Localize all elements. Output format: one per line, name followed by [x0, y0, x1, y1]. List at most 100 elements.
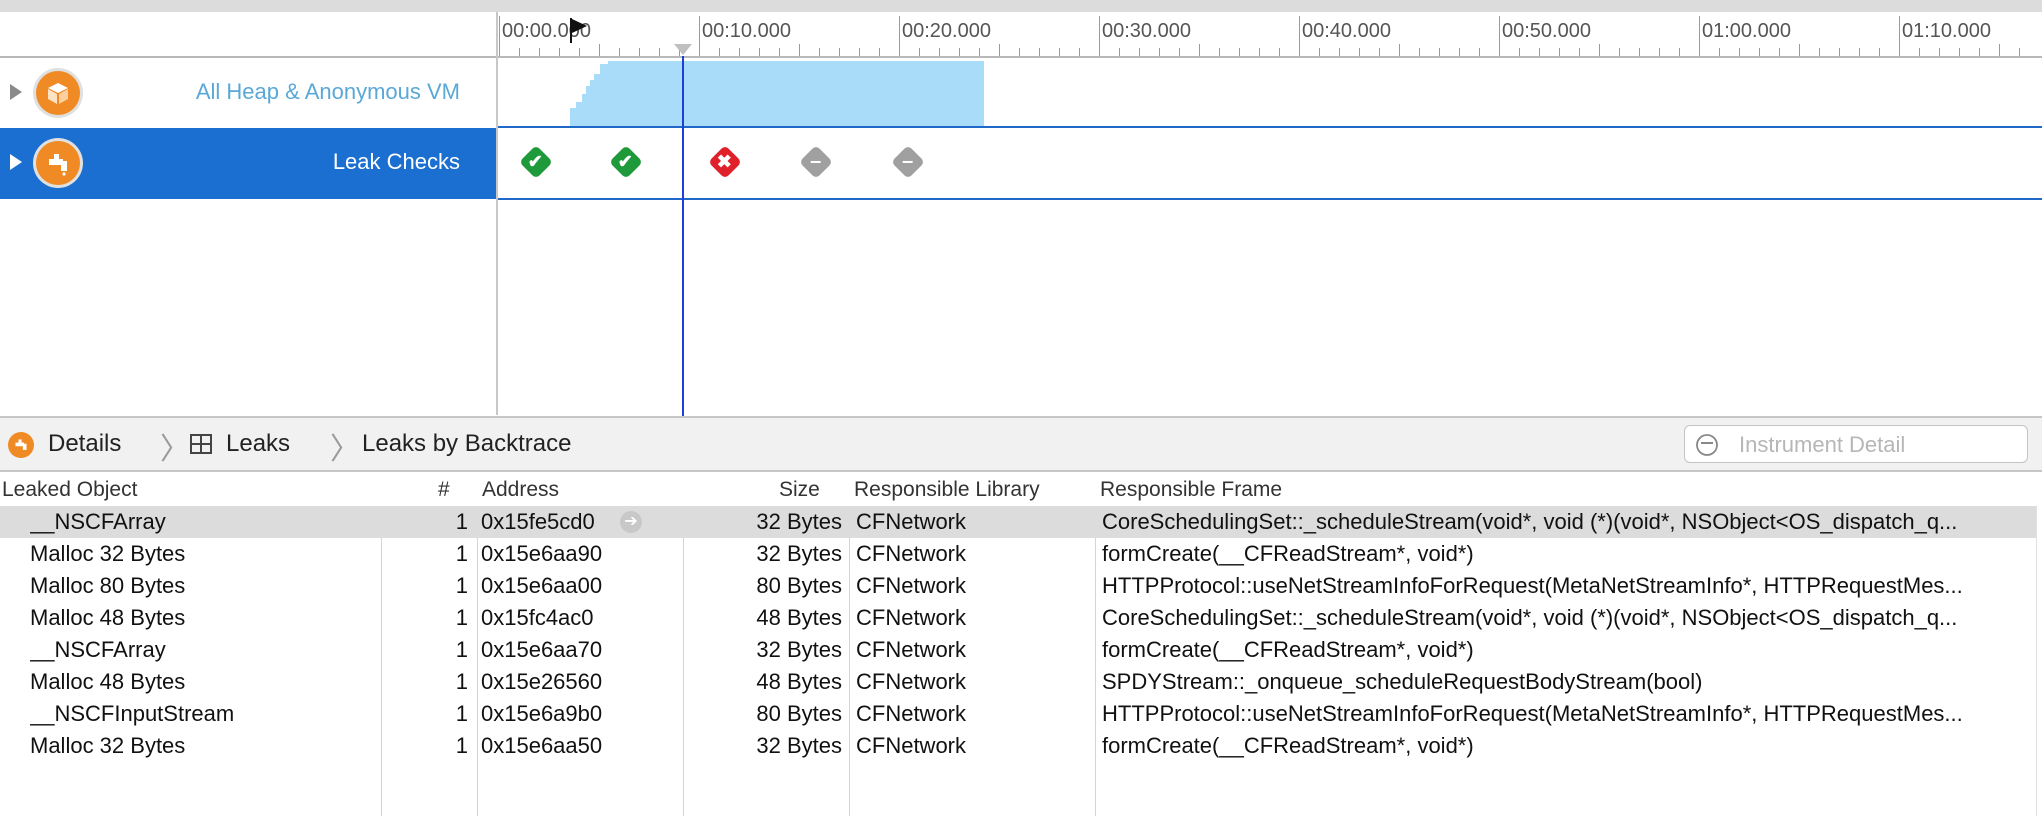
- leak-faucet-icon: [8, 432, 34, 458]
- heap-track-graph[interactable]: [498, 58, 2042, 129]
- table-row[interactable]: Malloc 80 Bytes 1 0x15e6aa00 80 Bytes CFNetw…: [0, 570, 2036, 602]
- count-cell: 1: [455, 733, 468, 758]
- table-row[interactable]: Malloc 48 Bytes 1 0x15e26560 48 Bytes CFNetw…: [0, 666, 2036, 698]
- filter-icon[interactable]: [1695, 433, 1719, 457]
- column-header-leaked-object[interactable]: Leaked Object: [2, 478, 137, 502]
- ruler-label: 00:50.000: [1502, 20, 1591, 42]
- flag-icon[interactable]: [568, 16, 590, 44]
- ruler-minor-tick: [1379, 48, 1380, 56]
- count-cell: 1: [455, 509, 468, 534]
- ruler-minor-tick: [1559, 48, 1560, 56]
- ruler-minor-tick: [1199, 44, 1200, 56]
- leak-checks-track[interactable]: ✔ ✔ ✖ – –: [498, 126, 2042, 200]
- leaked-object-cell: __NSCFInputStream: [30, 701, 235, 726]
- ruler-minor-tick: [539, 48, 540, 56]
- ruler-minor-tick: [1319, 48, 1320, 56]
- ruler-minor-tick: [1659, 48, 1660, 56]
- address-cell: 0x15e6aa70: [481, 637, 603, 662]
- crumb-leaks[interactable]: Leaks: [226, 430, 290, 458]
- count-cell: 1: [455, 669, 468, 694]
- ruler-major-tick: [1699, 16, 1700, 56]
- crumb-leaks-by-backtrace[interactable]: Leaks by Backtrace: [362, 430, 571, 458]
- ruler-minor-tick: [1439, 48, 1440, 56]
- ruler-minor-tick: [559, 48, 560, 56]
- ruler-major-tick: [1899, 16, 1900, 56]
- column-header-address[interactable]: Address: [482, 478, 559, 502]
- track-header-leak-checks[interactable]: Leak Checks: [0, 128, 496, 199]
- heap-allocation-graph: [570, 61, 984, 126]
- check-ok-icon[interactable]: ✔: [519, 145, 553, 179]
- address-cell: 0x15e6a9b0: [481, 701, 603, 726]
- check-ok-icon[interactable]: ✔: [609, 145, 643, 179]
- size-cell: 32 Bytes: [756, 637, 842, 662]
- size-cell: 80 Bytes: [756, 701, 842, 726]
- ruler-major-tick: [1299, 16, 1300, 56]
- ruler-minor-tick: [1459, 48, 1460, 56]
- table-row[interactable]: __NSCFInputStream 1 0x15e6a9b0 80 Bytes CFNe…: [0, 698, 2036, 730]
- ruler-label: 00:40.000: [1302, 20, 1391, 42]
- frame-cell: CoreSchedulingSet::_scheduleStream(void*…: [1102, 509, 1958, 534]
- ruler-minor-tick: [839, 48, 840, 56]
- ruler-major-tick: [699, 16, 700, 56]
- table-row[interactable]: __NSCFArray 1 0x15e6aa70 32 Bytes CFNetwork f…: [0, 634, 2036, 666]
- frame-cell: CoreSchedulingSet::_scheduleStream(void*…: [1102, 605, 1958, 630]
- track-header-heap[interactable]: All Heap & Anonymous VM: [0, 58, 496, 129]
- ruler-label: 01:00.000: [1702, 20, 1791, 42]
- column-header-count[interactable]: #: [438, 478, 450, 502]
- column-header-responsible-frame[interactable]: Responsible Frame: [1100, 478, 1282, 502]
- disclosure-triangle-icon[interactable]: [10, 84, 22, 100]
- ruler-minor-tick: [1039, 48, 1040, 56]
- table-row[interactable]: Malloc 32 Bytes 1 0x15e6aa90 32 Bytes CFNetw…: [0, 538, 2036, 570]
- size-cell: 48 Bytes: [756, 669, 842, 694]
- library-cell: CFNetwork: [856, 637, 967, 662]
- timeline-ruler[interactable]: 00:00.000 00:10.000 00:20.000 00:30.000 00:4…: [497, 12, 2042, 58]
- ruler-minor-tick: [819, 48, 820, 56]
- disclosure-triangle-icon[interactable]: [10, 154, 22, 170]
- cube-icon: [36, 71, 80, 115]
- size-cell: 32 Bytes: [756, 509, 842, 534]
- frame-cell: SPDYStream::_onqueue_scheduleRequestBody…: [1102, 669, 1703, 694]
- size-cell: 32 Bytes: [756, 541, 842, 566]
- leak-error-icon[interactable]: ✖: [708, 145, 742, 179]
- column-header-responsible-library[interactable]: Responsible Library: [854, 478, 1040, 502]
- frame-cell: formCreate(__CFReadStream*, void*): [1102, 637, 1474, 662]
- no-new-leaks-icon[interactable]: –: [799, 145, 833, 179]
- ruler-minor-tick: [1839, 48, 1840, 56]
- ruler-minor-tick: [859, 48, 860, 56]
- ruler-minor-tick: [1719, 48, 1720, 56]
- address-cell: 0x15fe5cd0: [481, 509, 595, 534]
- leaked-object-cell: Malloc 32 Bytes: [30, 541, 186, 566]
- ruler-minor-tick: [1399, 44, 1400, 56]
- ruler-minor-tick: [1419, 48, 1420, 56]
- ruler-minor-tick: [779, 48, 780, 56]
- ruler-minor-tick: [1179, 48, 1180, 56]
- focus-arrow-icon[interactable]: ➔: [620, 511, 642, 533]
- ruler-minor-tick: [879, 48, 880, 56]
- frame-cell: HTTPProtocol::useNetStreamInfoForRequest…: [1102, 573, 1963, 598]
- ruler-minor-tick: [799, 44, 800, 56]
- table-row[interactable]: Malloc 48 Bytes 1 0x15fc4ac0 48 Bytes CFNetw…: [0, 602, 2036, 634]
- playhead-handle[interactable]: [674, 44, 692, 55]
- crumb-details[interactable]: Details: [48, 430, 121, 458]
- ruler-minor-tick: [1219, 48, 1220, 56]
- no-new-leaks-icon[interactable]: –: [891, 145, 925, 179]
- instrument-detail-input[interactable]: [1737, 430, 2021, 460]
- crumb-separator-icon: 〉: [330, 433, 360, 466]
- library-cell: CFNetwork: [856, 669, 967, 694]
- playhead-line[interactable]: [682, 56, 684, 416]
- library-cell: CFNetwork: [856, 701, 967, 726]
- ruler-minor-tick: [919, 48, 920, 56]
- ruler-minor-tick: [1639, 48, 1640, 56]
- instrument-detail-search[interactable]: [1684, 425, 2028, 463]
- frame-cell: formCreate(__CFReadStream*, void*): [1102, 733, 1474, 758]
- leaks-table: Leaked Object # Address Size Responsible…: [0, 472, 2042, 816]
- track-list-header: [0, 12, 496, 58]
- table-scrollbar[interactable]: [2036, 506, 2042, 816]
- table-row[interactable]: Malloc 32 Bytes 1 0x15e6aa50 32 Bytes CFNetw…: [0, 730, 2036, 762]
- ruler-label: 00:10.000: [702, 20, 791, 42]
- address-cell: 0x15e26560: [481, 669, 603, 694]
- ruler-minor-tick: [639, 48, 640, 56]
- ruler-minor-tick: [1119, 48, 1120, 56]
- table-row[interactable]: __NSCFArray 1 0x15fe5cd0 32 Bytes CFNetwork C…: [0, 506, 2036, 538]
- column-header-size[interactable]: Size: [779, 478, 820, 502]
